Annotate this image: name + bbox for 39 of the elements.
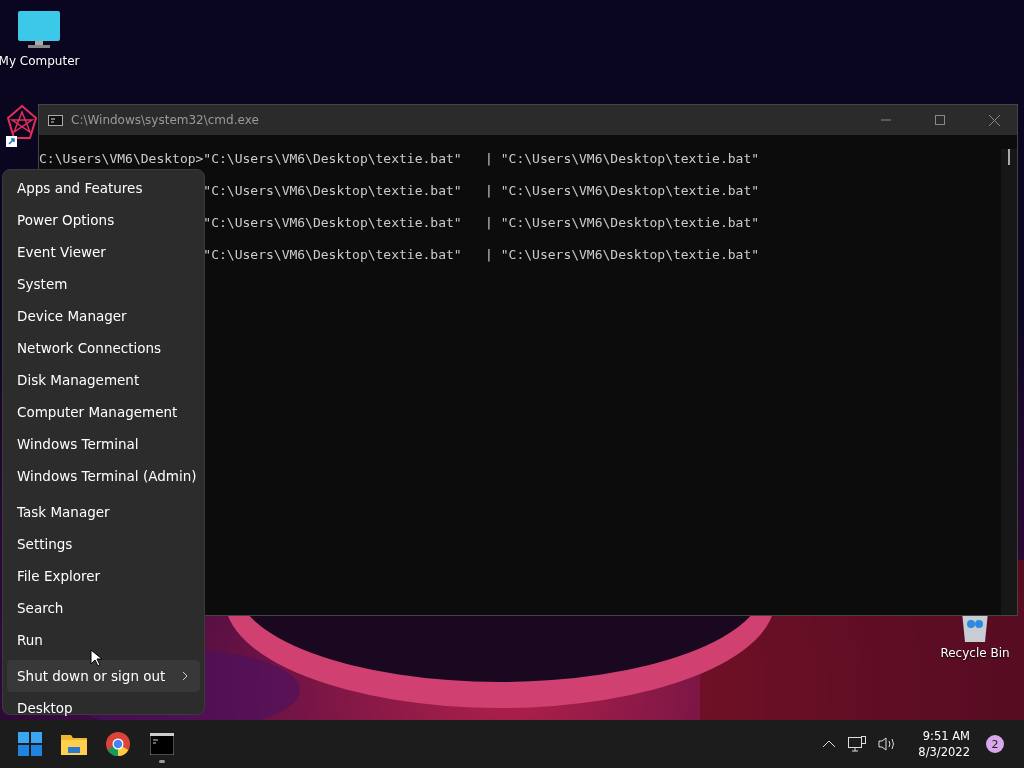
menu-item[interactable]: Event Viewer (7, 236, 200, 268)
menu-item[interactable]: Settings (7, 528, 200, 560)
menu-item[interactable]: Apps and Features (7, 172, 200, 204)
folder-icon (61, 733, 87, 755)
menu-item[interactable]: System (7, 268, 200, 300)
clock-time: 9:51 AM (922, 728, 970, 744)
console-line: C:\Users\VM6\Desktop>"C:\Users\VM6\Desktop\textie.bat" | "C:\Users\VM6\Desktop\textie.bat" (39, 150, 760, 168)
maximize-icon (935, 115, 945, 125)
menu-item[interactable]: Windows Terminal (7, 428, 200, 460)
menu-item[interactable]: Desktop (7, 692, 200, 724)
monitor-icon (17, 10, 61, 50)
menu-item[interactable]: Disk Management (7, 364, 200, 396)
windows-logo-icon (18, 732, 42, 756)
terminal-icon (150, 733, 174, 755)
network-icon[interactable] (846, 734, 869, 754)
icon-label: Recycle Bin (940, 646, 1010, 660)
shortcut-icon (6, 104, 38, 148)
console-line: "C:\Users\VM6\Desktop\textie.bat" | "C:\Users\VM6\Desktop\textie.bat" (203, 182, 760, 200)
notification-badge[interactable]: 2 (986, 735, 1004, 753)
browser-icon (106, 732, 130, 756)
clock-date: 8/3/2022 (918, 744, 970, 760)
menu-item[interactable]: Power Options (7, 204, 200, 236)
scrollbar[interactable] (1001, 149, 1017, 615)
console-line: "C:\Users\VM6\Desktop\textie.bat" | "C:\Users\VM6\Desktop\textie.bat" (203, 246, 760, 264)
menu-item[interactable]: File Explorer (7, 560, 200, 592)
menu-item[interactable]: Task Manager (7, 496, 200, 528)
menu-item[interactable]: Run (7, 624, 200, 656)
icon-label: My Computer (0, 54, 80, 68)
menu-item[interactable]: Network Connections (7, 332, 200, 364)
window-title: C:\Windows\system32\cmd.exe (71, 113, 260, 127)
console-line: "C:\Users\VM6\Desktop\textie.bat" | "C:\Users\VM6\Desktop\textie.bat" (203, 214, 760, 232)
menu-item[interactable]: Shut down or sign out (7, 660, 200, 692)
menu-item[interactable]: Device Manager (7, 300, 200, 332)
console-icon (48, 114, 63, 126)
menu-item[interactable]: Computer Management (7, 396, 200, 428)
menu-item[interactable]: Search (7, 592, 200, 624)
menu-item[interactable]: Windows Terminal (Admin) (7, 460, 200, 492)
close-icon (988, 114, 1000, 126)
mouse-cursor-icon (90, 649, 102, 667)
